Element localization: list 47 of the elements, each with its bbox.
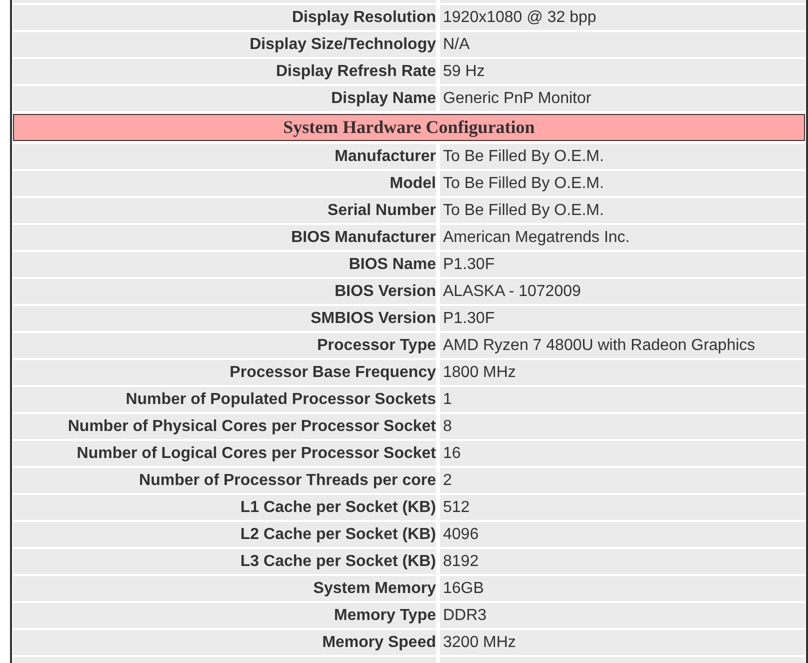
field-label: BIOS Name	[13, 252, 436, 277]
field-label: Manufacturer	[13, 144, 436, 169]
field-value: To Be Filled By O.E.M.	[440, 144, 805, 169]
field-value: 2	[440, 468, 805, 493]
field-value: 1920x1080 @ 32 bpp	[440, 5, 805, 30]
field-label: Display Name	[13, 86, 436, 111]
field-value: Generic PnP Monitor	[440, 86, 805, 111]
field-value: AMD Ryzen 7 4800U with Radeon Graphics	[440, 333, 805, 358]
field-label: BIOS Version	[13, 279, 436, 304]
field-label: System Memory	[13, 576, 436, 601]
field-value: DDR3	[440, 603, 805, 628]
field-value: 8192	[440, 549, 805, 574]
field-label: Number of Processor Threads per core	[13, 468, 436, 493]
field-label: Serial Number	[13, 198, 436, 223]
field-value: N/A	[440, 32, 805, 57]
field-label: Display Refresh Rate	[13, 59, 436, 84]
field-label: SMBIOS Version	[13, 306, 436, 331]
field-label: BIOS Manufacturer	[13, 225, 436, 250]
field-value: P1.30F	[440, 252, 805, 277]
field-value: American Megatrends Inc.	[440, 225, 805, 250]
field-value: ALASKA - 1072009	[440, 279, 805, 304]
field-value: P1.30F	[440, 306, 805, 331]
field-label: Processor Type	[13, 333, 436, 358]
field-label: Memory Speed	[13, 630, 436, 655]
field-label: Processor Base Frequency	[13, 360, 436, 385]
field-label: Memory Type	[13, 603, 436, 628]
field-value: 1800 MHz	[440, 360, 805, 385]
field-value: 59 Hz	[440, 59, 805, 84]
field-value: 4096	[440, 522, 805, 547]
field-value: 1	[440, 387, 805, 412]
field-label: Number of Populated Processor Sockets	[13, 387, 436, 412]
field-label: L3 Cache per Socket (KB)	[13, 549, 436, 574]
field-label: Display Size/Technology	[13, 32, 436, 57]
field-label: Display Resolution	[13, 5, 436, 30]
field-value: To Be Filled By O.E.M.	[440, 198, 805, 223]
field-label: Model	[13, 171, 436, 196]
field-label: Number of Physical Cores per Processor Socket	[13, 414, 436, 439]
field-label: Number of Logical Cores per Processor Socket	[13, 441, 436, 466]
field-value: 16GB	[440, 576, 805, 601]
field-value: 8	[440, 414, 805, 439]
field-value: 3200 MHz	[440, 630, 805, 655]
field-value: 512	[440, 495, 805, 520]
section-header: System Hardware Configuration	[13, 114, 805, 141]
field-value: To Be Filled By O.E.M.	[440, 171, 805, 196]
field-label: L1 Cache per Socket (KB)	[13, 495, 436, 520]
field-value: 16	[440, 441, 805, 466]
field-label: L2 Cache per Socket (KB)	[13, 522, 436, 547]
